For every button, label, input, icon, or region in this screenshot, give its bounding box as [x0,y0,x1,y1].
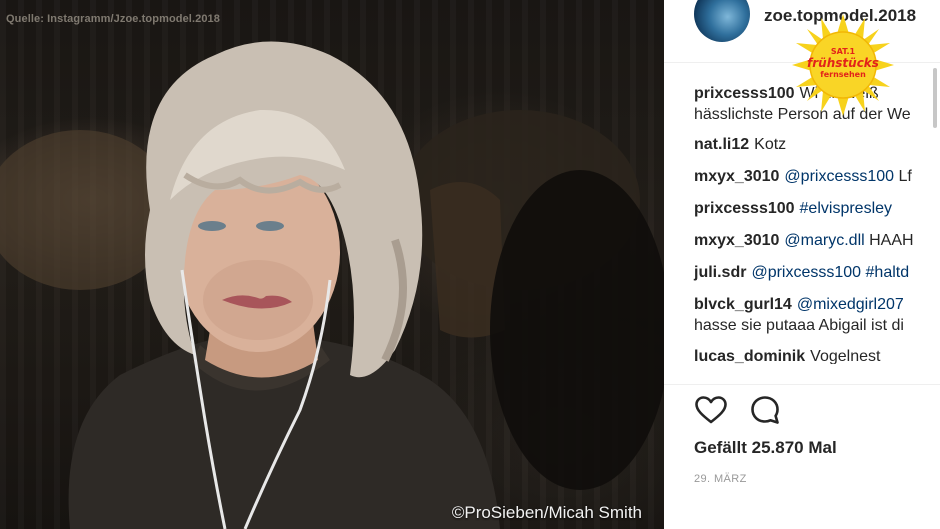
comment-item: lucas_dominik Vogelnest [694,346,940,364]
comment-mention[interactable]: @maryc.dll [784,232,864,249]
comment-username[interactable]: prixcesss100 [694,85,795,102]
comment-item: juli.sdr @prixcesss100 #haltd [694,262,940,283]
comment-text: HAAH [869,232,914,249]
comment-hashtag[interactable]: #haltd [866,264,910,281]
comment-text: Vogelnest [810,348,881,364]
portrait-illustration [0,41,664,529]
comment-username[interactable]: juli.sdr [694,264,746,281]
profile-avatar[interactable] [694,0,750,42]
logo-text-sat1: SAT.1 [830,47,856,56]
comment-username[interactable]: mxyx_3010 [694,168,779,185]
comment-text-continued: hasse sie putaaa Abigail ist di [694,317,904,334]
comment-username[interactable]: blvck_gurl14 [694,296,792,313]
post-date[interactable]: 29. MÄRZ [694,473,747,485]
comment-username[interactable]: mxyx_3010 [694,232,779,249]
comment-item: blvck_gurl14 @mixedgirl207 hasse sie puta… [694,294,940,336]
likes-count[interactable]: Gefällt 25.870 Mal [694,438,837,458]
comment-bubble-icon[interactable] [749,394,781,426]
comment-item: mxyx_3010 @prixcesss100 Lf [694,166,940,187]
comments-scrollbar[interactable] [933,68,937,128]
actions-divider [664,384,940,385]
comment-mention[interactable]: @prixcesss100 [751,264,861,281]
comment-text: Lf [898,168,912,185]
logo-text-fernsehen: fernsehen [820,70,866,79]
comment-item: mxyx_3010 @maryc.dll HAAH [694,230,940,251]
post-photo: Quelle: Instagramm/Jzoe.topmodel.2018 ©P… [0,0,664,529]
logo-text-fruehstuecks: frühstücks [807,56,879,70]
comment-mention[interactable]: @prixcesss100 [784,168,894,185]
comment-username[interactable]: nat.li12 [694,136,749,153]
heart-icon[interactable] [694,395,728,425]
comment-mention[interactable]: @mixedgirl207 [797,296,904,313]
copyright-caption: ©ProSieben/Micah Smith [451,503,642,522]
sat1-fruehstuecksfernsehen-logo: SAT.1 frühstücks fernsehen [792,14,894,116]
comment-hashtag[interactable]: #elvispresley [800,200,892,217]
comment-text: Kotz [754,136,787,153]
source-caption: Quelle: Instagramm/Jzoe.topmodel.2018 [6,13,220,25]
comment-item: nat.li12 Kotz [694,134,940,155]
comment-username[interactable]: prixcesss100 [694,200,795,217]
comment-list: prixcesss100Wi dir weiß hässlichste Pers… [694,83,940,375]
comment-item: prixcesss100 #elvispresley [694,198,940,219]
comment-username[interactable]: lucas_dominik [694,348,805,364]
